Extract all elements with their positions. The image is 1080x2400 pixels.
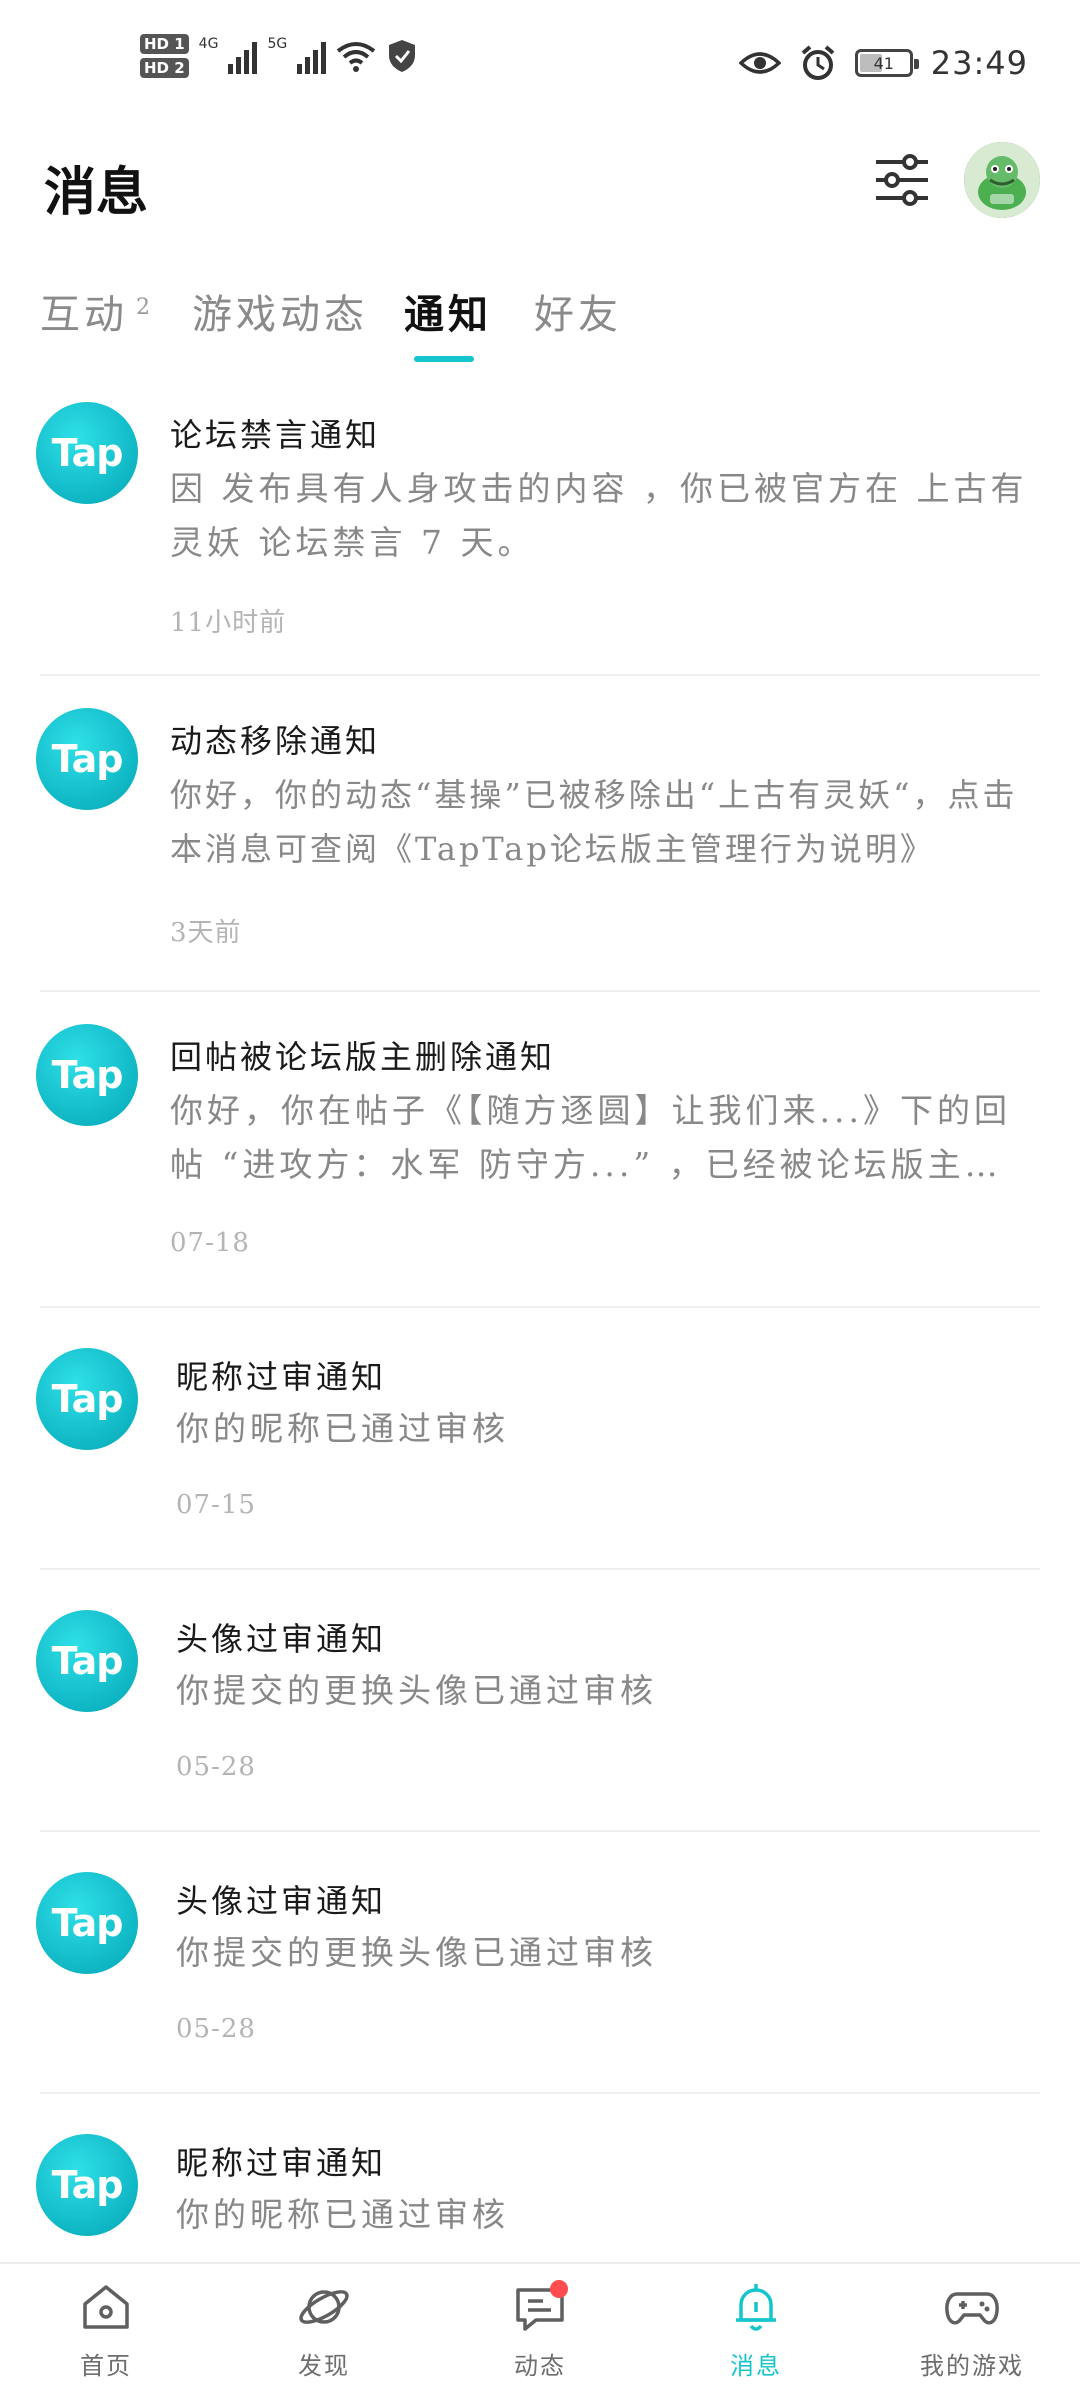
notification-body: 你的昵称已通过审核 bbox=[176, 1409, 509, 1448]
battery-level: 41 bbox=[873, 53, 894, 73]
signal-icon bbox=[228, 38, 258, 74]
notification-time: 05-28 bbox=[176, 2014, 256, 2044]
nav-discover-label: 发现 bbox=[298, 2352, 350, 2380]
nav-my-games[interactable]: 我的游戏 bbox=[902, 2278, 1042, 2381]
notification-title: 动态移除通知 bbox=[170, 722, 381, 760]
planet-icon bbox=[299, 2290, 349, 2324]
tab-friends-label: 好友 bbox=[534, 292, 622, 338]
tab-interaction-badge: 2 bbox=[136, 294, 150, 320]
notification-body: 你提交的更换头像已通过审核 bbox=[176, 1933, 657, 1972]
filter-button[interactable] bbox=[870, 148, 934, 212]
tab-notifications-label: 通知 bbox=[404, 291, 492, 338]
tab-bar: 互动 2 游戏动态 通知 好友 bbox=[0, 270, 1080, 370]
nav-messages-label: 消息 bbox=[730, 2352, 782, 2380]
status-left: HD 1 HD 2 4G 5G bbox=[140, 34, 418, 78]
shield-icon bbox=[389, 40, 416, 72]
notification-title: 回帖被论坛版主删除通知 bbox=[170, 1038, 556, 1076]
hd-badges: HD 1 HD 2 bbox=[140, 34, 189, 78]
nav-home-label: 首页 bbox=[80, 2352, 132, 2380]
notification-item[interactable]: Tap 头像过审通知 你提交的更换头像已通过审核 05-28 bbox=[0, 1832, 1080, 2094]
notification-body-line1: 你好，你在帖子《【随方逐圆】让我们来...》下的回 bbox=[170, 1091, 1011, 1130]
notification-body-line2: 帖 “进攻方：水军 防守方...” ，已经被论坛版主… bbox=[170, 1145, 1002, 1184]
notification-time: 05-28 bbox=[176, 1752, 256, 1782]
active-tab-indicator bbox=[414, 356, 474, 362]
tap-logo-icon: Tap bbox=[36, 2134, 138, 2236]
hd2-badge: HD 2 bbox=[140, 58, 189, 78]
notification-item[interactable]: Tap 回帖被论坛版主删除通知 你好，你在帖子《【随方逐圆】让我们来...》下的… bbox=[0, 992, 1080, 1308]
nav-feed[interactable]: 动态 bbox=[470, 2278, 610, 2381]
tap-logo-icon: Tap bbox=[36, 402, 138, 504]
signal-icon bbox=[297, 38, 327, 74]
notification-body: 你提交的更换头像已通过审核 bbox=[176, 1671, 657, 1710]
avatar[interactable] bbox=[964, 142, 1040, 218]
notification-title: 论坛禁言通知 bbox=[170, 416, 381, 454]
tab-interaction[interactable]: 互动 2 bbox=[40, 282, 150, 340]
notification-item[interactable]: Tap 昵称过审通知 你的昵称已通过审核 07-15 bbox=[0, 1308, 1080, 1570]
tap-logo-icon: Tap bbox=[36, 1348, 138, 1450]
nav-discover[interactable]: 发现 bbox=[254, 2278, 394, 2381]
tap-logo-icon: Tap bbox=[36, 1024, 138, 1126]
network-label-2: 5G bbox=[267, 36, 288, 52]
notification-title: 昵称过审通知 bbox=[176, 2144, 387, 2182]
nav-home[interactable]: 首页 bbox=[36, 2278, 176, 2381]
notification-title: 昵称过审通知 bbox=[176, 1358, 387, 1396]
notification-item[interactable]: Tap 头像过审通知 你提交的更换头像已通过审核 05-28 bbox=[0, 1570, 1080, 1832]
tab-friends[interactable]: 好友 bbox=[534, 282, 622, 340]
app-header: 消息 bbox=[0, 130, 1080, 240]
notification-time: 07-15 bbox=[176, 1490, 256, 1520]
tab-game-updates-label: 游戏动态 bbox=[192, 292, 368, 338]
nav-feed-label: 动态 bbox=[514, 2352, 566, 2380]
notification-body: 你的昵称已通过审核 bbox=[176, 2195, 509, 2234]
clock: 23:49 bbox=[930, 44, 1028, 82]
tap-logo-icon: Tap bbox=[36, 1872, 138, 1974]
home-icon bbox=[83, 2285, 129, 2329]
wifi-icon bbox=[336, 42, 376, 72]
tab-notifications[interactable]: 通知 bbox=[404, 282, 492, 340]
notification-title: 头像过审通知 bbox=[176, 1620, 387, 1658]
gamepad-icon bbox=[945, 2292, 999, 2325]
notification-title: 头像过审通知 bbox=[176, 1882, 387, 1920]
notification-body: 你好，你的动态“基操”已被移除出“上古有灵妖“，点击本消息可查阅《TapTap论… bbox=[170, 776, 1018, 868]
tab-game-updates[interactable]: 游戏动态 bbox=[192, 282, 368, 340]
avatar-image bbox=[964, 142, 1040, 218]
notification-item[interactable]: Tap 昵称过审通知 你的昵称已通过审核 bbox=[0, 2094, 1080, 2262]
notification-item[interactable]: Tap 论坛禁言通知 因 发布具有人身攻击的内容 ，你已被官方在 上古有灵妖 论… bbox=[0, 380, 1080, 676]
notification-item[interactable]: Tap 动态移除通知 你好，你的动态“基操”已被移除出“上古有灵妖“，点击本消息… bbox=[0, 676, 1080, 992]
nav-messages[interactable]: 消息 bbox=[686, 2278, 826, 2381]
notification-time: 11小时前 bbox=[170, 608, 287, 638]
hd1-badge: HD 1 bbox=[140, 34, 189, 54]
bottom-nav: 首页 发现 动态 消息 我的游戏 bbox=[0, 2262, 1080, 2400]
status-right: 41 23:49 bbox=[738, 44, 1028, 82]
nav-my-games-label: 我的游戏 bbox=[920, 2352, 1024, 2380]
eye-icon bbox=[738, 52, 781, 74]
battery-icon: 41 bbox=[854, 49, 919, 77]
network-label-1: 4G bbox=[198, 36, 219, 52]
notification-time: 07-18 bbox=[170, 1228, 250, 1258]
tab-interaction-label: 互动 bbox=[40, 292, 128, 338]
page-title: 消息 bbox=[44, 162, 149, 223]
notification-time: 3天前 bbox=[170, 918, 242, 948]
notification-body: 因 发布具有人身攻击的内容 ，你已被官方在 上古有灵妖 论坛禁言 7 天。 bbox=[170, 469, 1028, 562]
alarm-icon bbox=[801, 45, 835, 80]
bell-icon bbox=[736, 2284, 776, 2331]
status-bar: HD 1 HD 2 4G 5G 41 23:49 bbox=[0, 0, 1080, 130]
sliders-icon bbox=[876, 154, 928, 206]
tap-logo-icon: Tap bbox=[36, 708, 138, 810]
notification-dot bbox=[550, 2280, 568, 2298]
tap-logo-icon: Tap bbox=[36, 1610, 138, 1712]
